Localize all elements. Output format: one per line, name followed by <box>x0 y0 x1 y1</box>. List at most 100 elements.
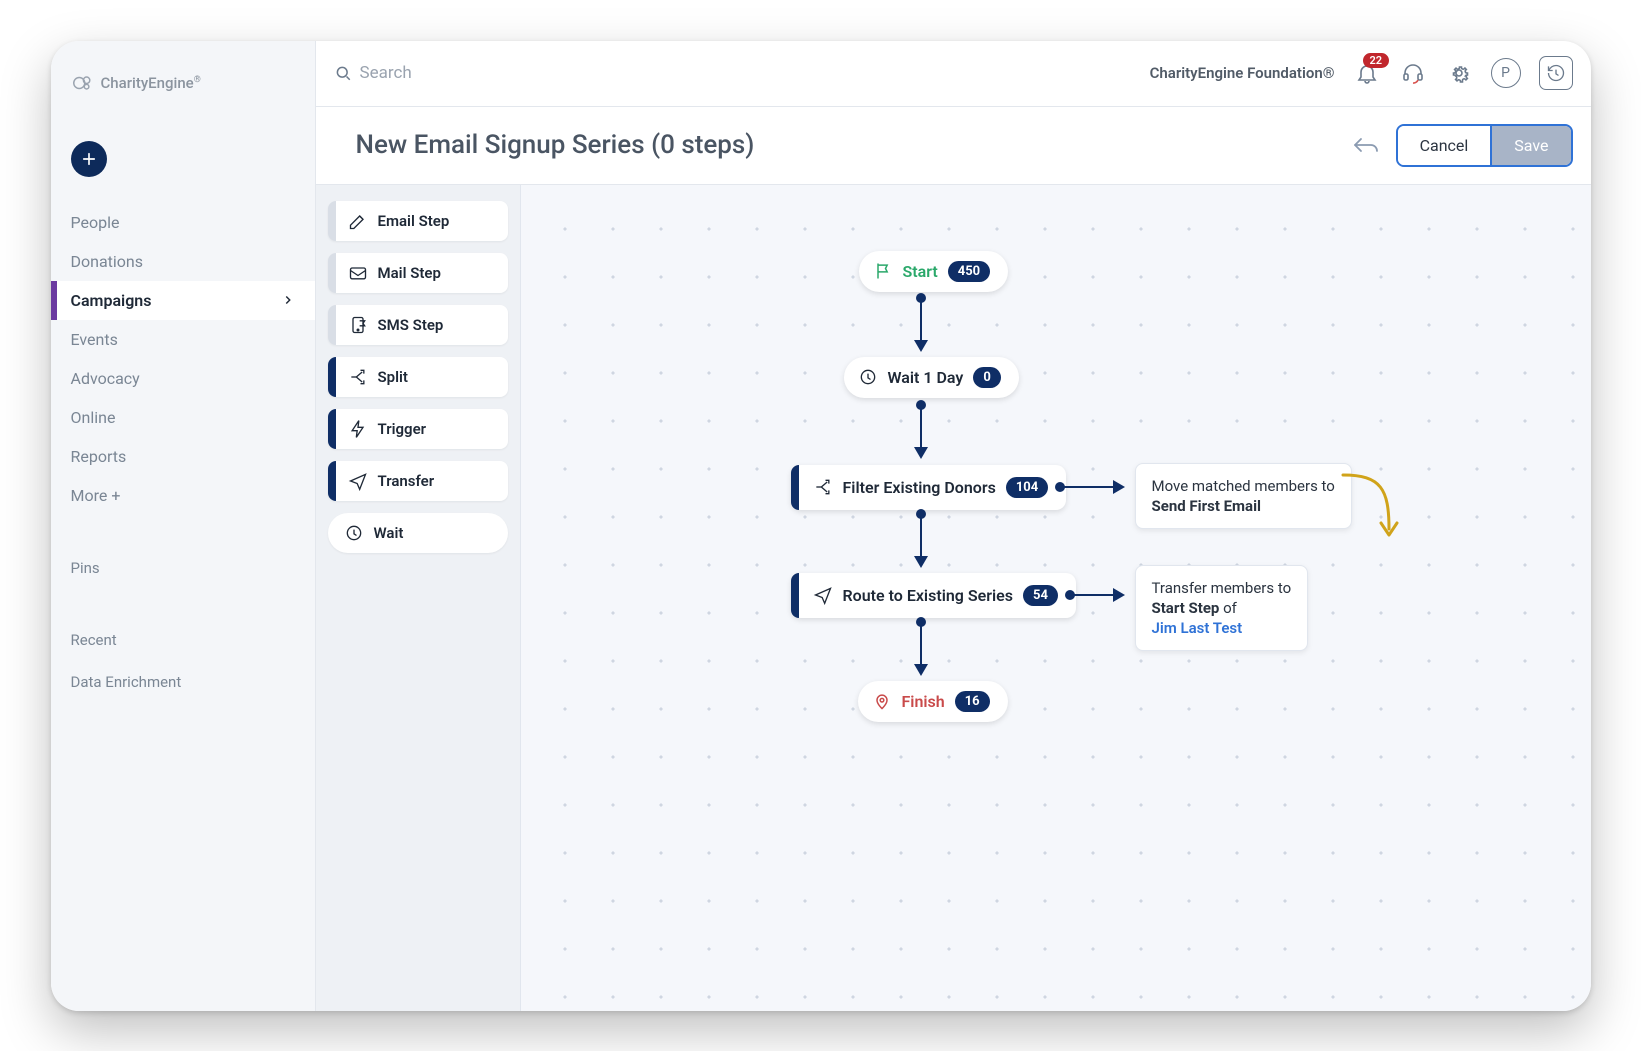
nav-item-more[interactable]: More + <box>51 476 315 515</box>
connector <box>1069 594 1123 596</box>
tooltip-of: of <box>1219 599 1237 617</box>
palette-label: Split <box>378 368 408 386</box>
connector <box>920 511 922 566</box>
palette-mail-step[interactable]: Mail Step <box>328 253 508 293</box>
palette-transfer[interactable]: Transfer <box>328 461 508 501</box>
nav-label: Donations <box>71 252 144 271</box>
search-input[interactable]: Search <box>334 63 412 83</box>
nav-section-data-enrichment[interactable]: Data Enrichment <box>51 663 315 701</box>
split-icon <box>348 367 368 387</box>
nav-label: Advocacy <box>71 369 140 388</box>
sidebar: CharityEngine® People Donations Campaign… <box>51 41 316 1011</box>
node-route[interactable]: Route to Existing Series 54 <box>791 573 1076 618</box>
palette-trigger[interactable]: Trigger <box>328 409 508 449</box>
nav-label: Recent <box>71 631 117 649</box>
node-filter[interactable]: Filter Existing Donors 104 <box>791 465 1067 510</box>
history-button[interactable] <box>1539 56 1573 90</box>
count-badge: 104 <box>1006 477 1048 498</box>
logo-icon <box>71 72 93 94</box>
nav-label: Events <box>71 330 118 349</box>
avatar-button[interactable]: P <box>1491 58 1521 88</box>
workflow-canvas[interactable]: Start 450 Wait 1 Day 0 <box>521 185 1591 1011</box>
flag-icon <box>873 261 893 281</box>
node-start[interactable]: Start 450 <box>859 251 1009 292</box>
nav-item-people[interactable]: People <box>51 203 315 242</box>
nav-label: Pins <box>71 559 100 577</box>
topbar: Search CharityEngine Foundation® 22 <box>316 41 1591 107</box>
save-cancel-group: Cancel Save <box>1396 124 1573 167</box>
nav-item-events[interactable]: Events <box>51 320 315 359</box>
node-label: Route to Existing Series <box>843 586 1014 605</box>
nav-label: Online <box>71 408 116 427</box>
plane-icon <box>813 585 833 605</box>
node-label: Start <box>903 262 938 281</box>
palette-label: Wait <box>374 524 404 542</box>
connector <box>920 619 922 674</box>
search-icon <box>334 64 352 82</box>
node-wait[interactable]: Wait 1 Day 0 <box>844 357 1019 398</box>
count-badge: 54 <box>1023 585 1058 606</box>
split-icon <box>813 477 833 497</box>
nav-section-recent[interactable]: Recent <box>51 621 315 659</box>
search-placeholder: Search <box>360 63 412 83</box>
count-badge: 16 <box>955 691 990 712</box>
node-label: Filter Existing Donors <box>843 478 996 497</box>
palette-label: Mail Step <box>378 264 441 282</box>
palette-label: Trigger <box>378 420 427 438</box>
mail-icon <box>348 263 368 283</box>
settings-button[interactable] <box>1445 59 1473 87</box>
page-title: New Email Signup Series (0 steps) <box>356 130 755 160</box>
add-button[interactable] <box>71 141 107 177</box>
palette-label: Email Step <box>378 212 450 230</box>
nav-label: Data Enrichment <box>71 673 182 691</box>
connector <box>1059 486 1123 488</box>
node-label: Wait 1 Day <box>888 368 964 387</box>
clock-icon <box>858 367 878 387</box>
notifications-button[interactable]: 22 <box>1353 59 1381 87</box>
tooltip-route: Transfer members to Start Step of Jim La… <box>1135 565 1309 652</box>
palette-label: SMS Step <box>378 316 444 334</box>
node-finish[interactable]: Finish 16 <box>858 681 1008 722</box>
palette-label: Transfer <box>378 472 435 490</box>
tooltip-target: Send First Email <box>1152 497 1262 515</box>
cancel-button[interactable]: Cancel <box>1398 126 1491 165</box>
pen-icon <box>348 211 368 231</box>
tooltip-step: Start Step <box>1152 599 1220 617</box>
headset-button[interactable] <box>1399 59 1427 87</box>
nav-item-online[interactable]: Online <box>51 398 315 437</box>
nav-item-advocacy[interactable]: Advocacy <box>51 359 315 398</box>
lightning-icon <box>348 419 368 439</box>
page-header: New Email Signup Series (0 steps) Cancel… <box>316 107 1591 185</box>
nav-item-campaigns[interactable]: Campaigns <box>51 281 315 320</box>
pin-icon <box>872 691 892 711</box>
brand-name: CharityEngine® <box>101 74 201 92</box>
plane-icon <box>348 471 368 491</box>
palette-split[interactable]: Split <box>328 357 508 397</box>
count-badge: 450 <box>948 261 990 282</box>
connector <box>920 295 922 350</box>
nav-label: Reports <box>71 447 127 466</box>
tooltip-link[interactable]: Jim Last Test <box>1152 619 1243 637</box>
sms-icon <box>348 315 368 335</box>
undo-button[interactable] <box>1352 133 1380 157</box>
tooltip-text: Move matched members to <box>1152 477 1335 495</box>
palette-wait[interactable]: Wait <box>328 513 508 553</box>
nav-section-pins[interactable]: Pins <box>51 549 315 587</box>
notifications-badge: 22 <box>1363 53 1390 68</box>
clock-icon <box>344 523 364 543</box>
save-button[interactable]: Save <box>1490 126 1570 165</box>
chevron-right-icon <box>281 293 295 307</box>
palette-sms-step[interactable]: SMS Step <box>328 305 508 345</box>
org-name[interactable]: CharityEngine Foundation® <box>1150 64 1335 82</box>
palette-email-step[interactable]: Email Step <box>328 201 508 241</box>
brand: CharityEngine® <box>51 41 315 101</box>
nav-item-reports[interactable]: Reports <box>51 437 315 476</box>
primary-nav: People Donations Campaigns Events Advoca… <box>51 203 315 701</box>
curved-arrow-icon <box>1341 469 1401 549</box>
connector <box>920 402 922 457</box>
step-palette: Email Step Mail Step SMS Step Split <box>316 185 521 1011</box>
nav-item-donations[interactable]: Donations <box>51 242 315 281</box>
nav-label: Campaigns <box>71 291 152 310</box>
nav-label: People <box>71 213 120 232</box>
nav-label: More + <box>71 486 121 505</box>
